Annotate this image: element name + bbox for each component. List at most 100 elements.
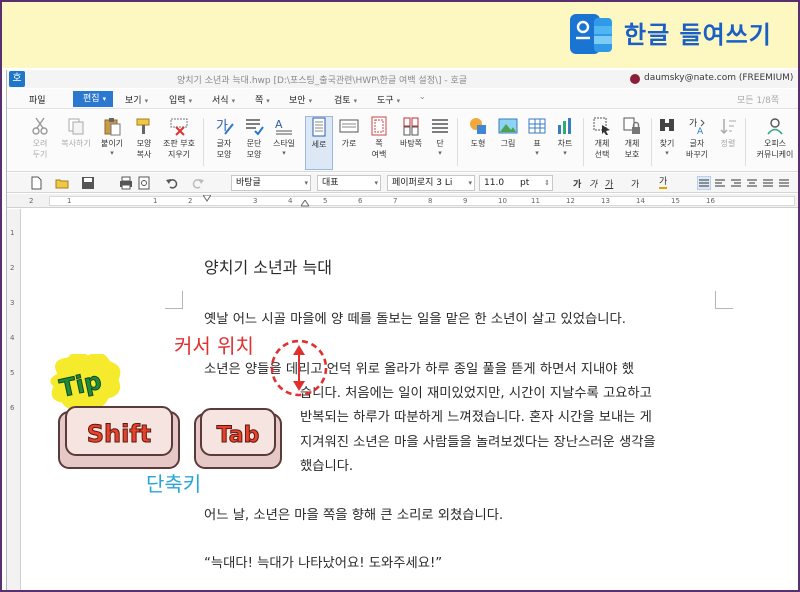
sort-icon bbox=[720, 119, 736, 135]
office-communicator-button[interactable]: 오피스 커뮤니케이 bbox=[751, 116, 798, 170]
chevron-down-icon: ▾ bbox=[563, 149, 567, 157]
chevron-down-icon: ▾ bbox=[231, 97, 236, 105]
replace-button[interactable]: 가A 글자 바꾸기 bbox=[681, 116, 713, 170]
line-split-icon[interactable] bbox=[777, 176, 791, 190]
distribute-icon[interactable] bbox=[761, 176, 775, 190]
find-button[interactable]: 찾기 ▾ bbox=[653, 116, 681, 170]
menu-more-icon[interactable]: ⌄ bbox=[419, 92, 426, 102]
format-painter-button[interactable]: 모양 복사 bbox=[127, 116, 161, 170]
ruler-tick: 6 bbox=[358, 197, 363, 205]
para-shape-button[interactable]: 문단 모양 bbox=[237, 116, 271, 170]
master-page-button[interactable]: 바탕쪽 bbox=[395, 116, 427, 170]
ruler-tick: 13 bbox=[601, 197, 610, 205]
menu-tools[interactable]: 도구 ▾ bbox=[377, 93, 400, 106]
ruler-tick: 16 bbox=[706, 197, 715, 205]
clear-format-button[interactable]: 조판 부호 지우기 bbox=[159, 116, 199, 170]
menu-security[interactable]: 보안 ▾ bbox=[289, 93, 312, 106]
ruler-tick: 10 bbox=[498, 197, 507, 205]
indent-marker-icon[interactable] bbox=[203, 195, 211, 203]
italic-button[interactable]: 가 bbox=[589, 177, 597, 190]
font-category-select[interactable]: 대표 ▾ bbox=[317, 175, 381, 191]
undo-icon[interactable] bbox=[165, 176, 179, 190]
cut-button[interactable]: 오려 두기 bbox=[23, 116, 57, 170]
tab-marker-icon[interactable] bbox=[301, 200, 309, 208]
paragraph-3[interactable]: 어느 날, 소년은 마을 쪽을 향해 큰 소리로 외쳤습니다. bbox=[204, 504, 503, 523]
tab-key-label: Tab bbox=[217, 423, 260, 448]
find-label: 찾기 bbox=[659, 139, 675, 148]
menu-format-label: 서식 bbox=[212, 96, 229, 106]
align-right-icon[interactable] bbox=[729, 176, 743, 190]
menu-page[interactable]: 쪽 ▾ bbox=[255, 93, 270, 106]
align-center-icon[interactable] bbox=[745, 176, 759, 190]
columns-button[interactable]: 단 ▾ bbox=[427, 116, 453, 170]
chevron-down-icon: ▾ bbox=[304, 179, 308, 187]
chevron-down-icon: ▾ bbox=[468, 179, 472, 187]
banner-title: 한글 들여쓰기 bbox=[624, 21, 772, 49]
copy-button[interactable]: 복사하기 bbox=[57, 116, 95, 170]
cursor-position-label: 커서 위치 bbox=[174, 334, 254, 358]
ribbon-separator bbox=[583, 118, 584, 166]
portrait-icon bbox=[312, 117, 326, 137]
portrait-button[interactable]: 세로 bbox=[305, 116, 333, 170]
print-icon[interactable] bbox=[119, 176, 133, 190]
replace-icon: 가A bbox=[689, 118, 705, 136]
cut-label: 오려 두기 bbox=[32, 139, 48, 159]
landscape-button[interactable]: 가로 bbox=[335, 116, 363, 170]
menu-file-label: 파일 bbox=[29, 96, 46, 106]
style-button[interactable]: A 스타일 ▾ bbox=[267, 116, 301, 170]
bold-button[interactable]: 가 bbox=[573, 177, 581, 190]
font-size-field[interactable]: 11.0 pt ⇕ bbox=[479, 175, 553, 191]
menu-review[interactable]: 검토 ▾ bbox=[334, 93, 357, 106]
style-select[interactable]: 바탕글 ▾ bbox=[231, 175, 311, 191]
menu-edit[interactable]: 편집 ▾ bbox=[73, 91, 113, 107]
underline-button[interactable]: 가 bbox=[605, 177, 613, 190]
shape-button[interactable]: 도형 bbox=[463, 116, 493, 170]
ruler-tick: 9 bbox=[463, 197, 468, 205]
align-left-icon[interactable] bbox=[713, 176, 727, 190]
page-margin-button[interactable]: 쪽 여백 bbox=[365, 116, 393, 170]
align-justify-icon[interactable] bbox=[697, 176, 711, 190]
paragraph-2-line-5[interactable]: 했습니다. bbox=[300, 455, 353, 474]
paste-button[interactable]: 붙이기 ▾ bbox=[95, 116, 129, 170]
user-account[interactable]: daumsky@nate.com (FREEMIUM) bbox=[644, 73, 793, 83]
paragraph-4[interactable]: “늑대다! 늑대가 나타났어요! 도와주세요!” bbox=[204, 552, 442, 571]
table-button[interactable]: 표 ▾ bbox=[523, 116, 551, 170]
protect-object-button[interactable]: 개체 보호 bbox=[617, 116, 647, 170]
paragraph-2-line-3[interactable]: 반복되는 하루가 따분하게 느껴졌습니다. 혼자 시간을 보내는 게 bbox=[300, 406, 652, 425]
select-object-button[interactable]: 개체 선택 bbox=[587, 116, 617, 170]
char-shape-button[interactable]: 가 글자 모양 bbox=[207, 116, 241, 170]
user-avatar-icon[interactable] bbox=[630, 74, 640, 84]
chart-label: 차트 bbox=[557, 139, 573, 148]
image-button[interactable]: 그림 bbox=[493, 116, 523, 170]
chart-icon bbox=[558, 118, 571, 134]
hwp-app-icon[interactable]: 호 bbox=[9, 71, 25, 87]
open-folder-icon[interactable] bbox=[55, 176, 69, 190]
chevron-down-icon: ▾ bbox=[266, 97, 270, 105]
vertical-ruler[interactable]: 1 2 3 4 5 6 bbox=[7, 209, 21, 590]
redo-icon[interactable] bbox=[191, 176, 205, 190]
landscape-label: 가로 bbox=[341, 139, 357, 148]
new-document-icon[interactable] bbox=[29, 176, 43, 190]
menu-page-label: 쪽 bbox=[255, 96, 264, 106]
menu-file[interactable]: 파일 bbox=[29, 93, 46, 106]
paragraph-2-line-4[interactable]: 지겨워진 소년은 마을 사람들을 놀려보겠다는 장난스러운 생각을 bbox=[300, 431, 656, 450]
font-select[interactable]: 페이퍼로지 3 Li ▾ bbox=[387, 175, 475, 191]
horizontal-ruler[interactable]: 2 1 1 2 3 4 5 6 7 8 9 10 11 12 13 14 15 … bbox=[7, 194, 798, 208]
font-color-button[interactable]: 가 bbox=[659, 177, 668, 189]
menu-view[interactable]: 보기 ▾ bbox=[125, 93, 148, 106]
menu-insert[interactable]: 입력 ▾ bbox=[169, 93, 192, 106]
paragraph-2-line-2[interactable]: 습니다. 처음에는 일이 재미있었지만, 시간이 지날수록 고요하고 bbox=[300, 382, 652, 401]
document-heading[interactable]: 양치기 소년과 늑대 bbox=[204, 254, 332, 278]
ruler-tick: 7 bbox=[393, 197, 398, 205]
margin-icon bbox=[371, 116, 387, 136]
save-icon[interactable] bbox=[81, 176, 95, 190]
svg-text:A: A bbox=[697, 127, 704, 136]
paragraph-1[interactable]: 옛날 어느 시골 마을에 양 떼를 돌보는 일을 맡은 한 소년이 살고 있었습… bbox=[204, 308, 626, 327]
crop-mark bbox=[715, 291, 733, 309]
shift-key-label: Shift bbox=[87, 420, 152, 448]
print-preview-icon[interactable] bbox=[137, 176, 151, 190]
chart-button[interactable]: 차트 ▾ bbox=[551, 116, 579, 170]
strikethrough-button[interactable]: 가 bbox=[631, 177, 639, 190]
sort-button[interactable]: 정렬 bbox=[715, 116, 741, 170]
menu-format[interactable]: 서식 ▾ bbox=[212, 93, 235, 106]
